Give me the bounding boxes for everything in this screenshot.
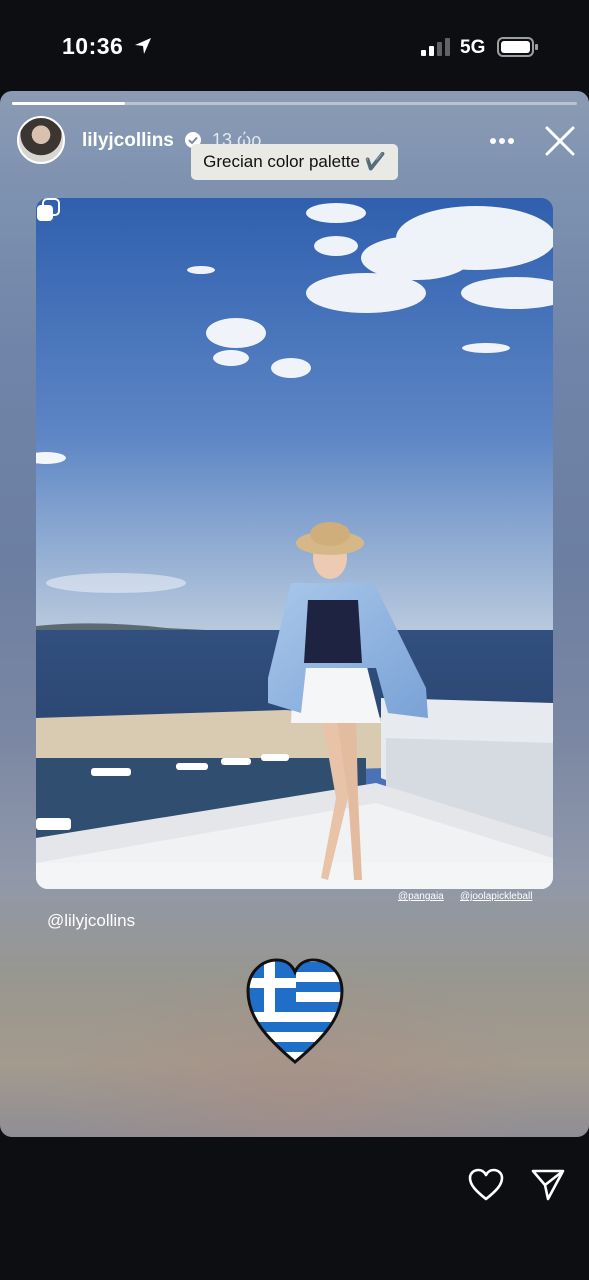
story-progress-fill: [12, 102, 125, 105]
carousel-icon: [37, 198, 60, 221]
photo-tag-pangaia[interactable]: @pangaia: [398, 891, 444, 902]
story-card[interactable]: lilyjcollins 13 ώρ. Grecian color palett…: [0, 91, 589, 1137]
cellular-signal-icon: [421, 38, 450, 56]
battery-icon: [497, 37, 538, 57]
close-icon[interactable]: [544, 125, 576, 157]
like-heart-icon[interactable]: [468, 1168, 504, 1202]
photo-tag-joolapickleball[interactable]: @joolapickleball: [460, 891, 532, 902]
story-progress-bar: [12, 102, 577, 105]
story-photo: [36, 198, 553, 889]
more-options-icon[interactable]: [489, 137, 515, 145]
greek-flag-heart-icon: [246, 958, 344, 1064]
mention-sticker[interactable]: @lilyjcollins: [47, 911, 135, 931]
send-icon[interactable]: [530, 1168, 566, 1202]
network-type: 5G: [460, 37, 486, 58]
story-username[interactable]: lilyjcollins: [82, 130, 174, 152]
status-bar: 10:36 5G: [0, 0, 589, 90]
status-time: 10:36: [62, 33, 124, 59]
location-arrow-icon: [135, 38, 151, 54]
caption-sticker: Grecian color palette ✔️: [191, 144, 398, 180]
avatar[interactable]: [17, 116, 65, 164]
photo-scene: [36, 198, 553, 889]
